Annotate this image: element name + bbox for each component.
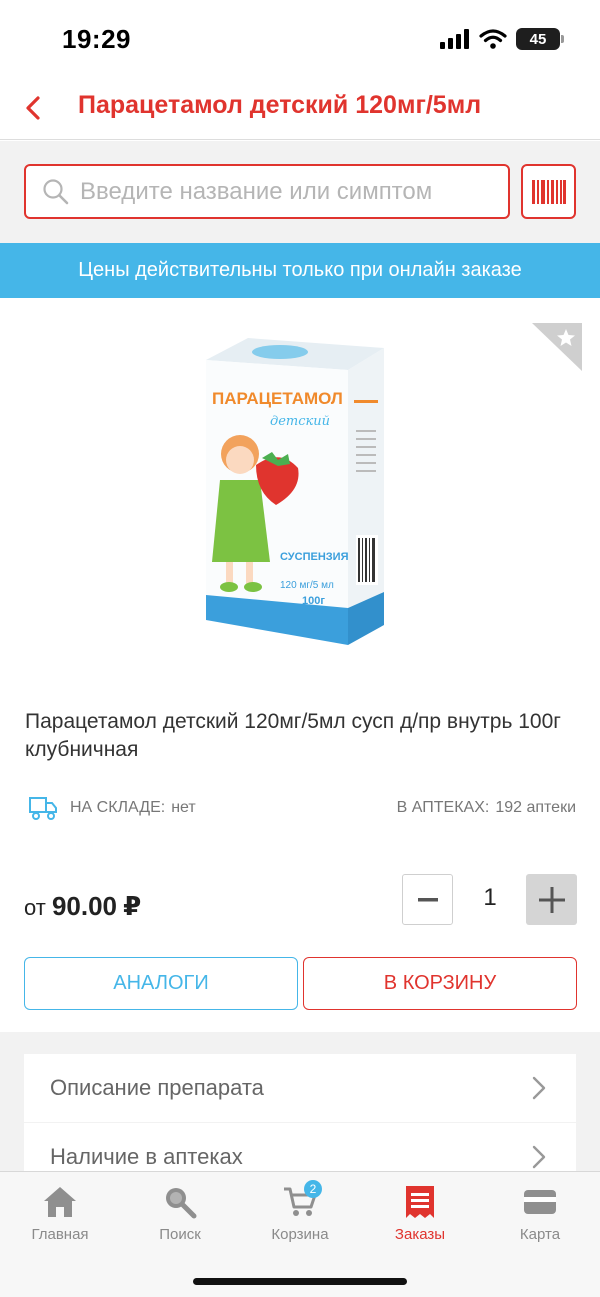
- card-icon: [524, 1190, 556, 1214]
- quantity-value: 1: [483, 884, 497, 911]
- analogs-button[interactable]: АНАЛОГИ: [24, 957, 298, 1010]
- status-icons: 45: [440, 28, 564, 50]
- tab-cart-label: Корзина: [271, 1226, 329, 1243]
- price-value: 90.00: [51, 891, 118, 921]
- page-title: Парацетамол детский 120мг/5мл: [78, 91, 482, 119]
- search-box[interactable]: [24, 164, 510, 219]
- minus-icon: [417, 897, 438, 901]
- product-price: от 90.00 ₽: [24, 891, 141, 922]
- favorite-star-icon[interactable]: [532, 323, 582, 371]
- signal-icon: [440, 29, 469, 49]
- search-icon: [43, 178, 69, 204]
- price-currency: ₽: [123, 891, 142, 921]
- chevron-right-icon: [532, 1076, 546, 1100]
- tab-orders-label: Заказы: [394, 1226, 446, 1243]
- product-name: Парацетамол детский 120мг/5мл сусп д/пр …: [25, 710, 561, 761]
- battery-icon: 45: [516, 28, 564, 50]
- tab-home-label: Главная: [31, 1226, 89, 1243]
- cart-badge: 2: [304, 1180, 322, 1198]
- warehouse-value: нет: [171, 799, 196, 816]
- search-area: [0, 141, 600, 243]
- availability-row[interactable]: Наличие в аптеках: [24, 1123, 576, 1172]
- tab-search[interactable]: Поиск: [120, 1172, 240, 1252]
- package-sub: детский: [270, 414, 330, 429]
- chevron-right-icon: [532, 1145, 546, 1169]
- chevron-left-icon: [26, 96, 40, 120]
- tab-cart[interactable]: 2 Корзина: [240, 1172, 360, 1252]
- package-weight: 100г: [302, 595, 325, 607]
- quantity-increase-button[interactable]: [526, 874, 577, 925]
- info-area: Описание препарата Наличие в аптеках: [0, 1032, 600, 1172]
- barcode-scan-button[interactable]: [521, 164, 576, 219]
- warehouse-label: НА СКЛАДЕ:: [70, 799, 166, 816]
- tab-card-label: Карта: [519, 1226, 561, 1243]
- package-brand: ПАРАЦЕТАМОЛ: [212, 389, 343, 408]
- tab-search-label: Поиск: [159, 1226, 201, 1243]
- pharmacies-label: В АПТЕКАХ:: [396, 799, 490, 816]
- availability-row-label: Наличие в аптеках: [50, 1144, 243, 1169]
- description-row-label: Описание препарата: [50, 1075, 264, 1100]
- orders-icon: [406, 1186, 434, 1218]
- description-row[interactable]: Описание препарата: [24, 1054, 576, 1122]
- plus-icon: [538, 886, 565, 913]
- battery-level: 45: [529, 30, 547, 48]
- home-icon: [44, 1187, 76, 1217]
- package-dose: 120 мг/5 мл: [280, 580, 334, 591]
- wifi-icon: [479, 29, 507, 49]
- product-image: ПАРАЦЕТАМОЛ детский СУСПЕНЗИЯ 120 мг/5 м…: [206, 338, 384, 645]
- status-bar: 19:29 45: [0, 0, 600, 80]
- online-price-banner: Цены действительны только при онлайн зак…: [0, 243, 600, 298]
- stock-row: НА СКЛАДЕ: нет В АПТЕКАХ: 192 аптеки: [28, 793, 576, 823]
- barcode-icon: [531, 179, 566, 204]
- add-to-cart-button[interactable]: В КОРЗИНУ: [303, 957, 577, 1010]
- nav-header: Парацетамол детский 120мг/5мл: [0, 80, 600, 140]
- quantity-decrease-button[interactable]: [402, 874, 453, 925]
- status-time: 19:29: [62, 24, 131, 54]
- back-button[interactable]: [18, 88, 48, 128]
- price-prefix: от: [24, 895, 46, 920]
- tab-bar: Главная Поиск 2 Корзина Заказы Карта: [0, 1171, 600, 1297]
- tab-card[interactable]: Карта: [480, 1172, 600, 1252]
- tab-orders[interactable]: Заказы: [360, 1172, 480, 1252]
- truck-icon: [29, 797, 57, 820]
- pharmacies-value[interactable]: 192 аптеки: [495, 799, 576, 817]
- search-icon: [166, 1188, 197, 1219]
- home-indicator: [193, 1278, 407, 1285]
- search-input[interactable]: [80, 177, 500, 206]
- tab-home[interactable]: Главная: [0, 1172, 120, 1252]
- package-form: СУСПЕНЗИЯ: [280, 551, 349, 563]
